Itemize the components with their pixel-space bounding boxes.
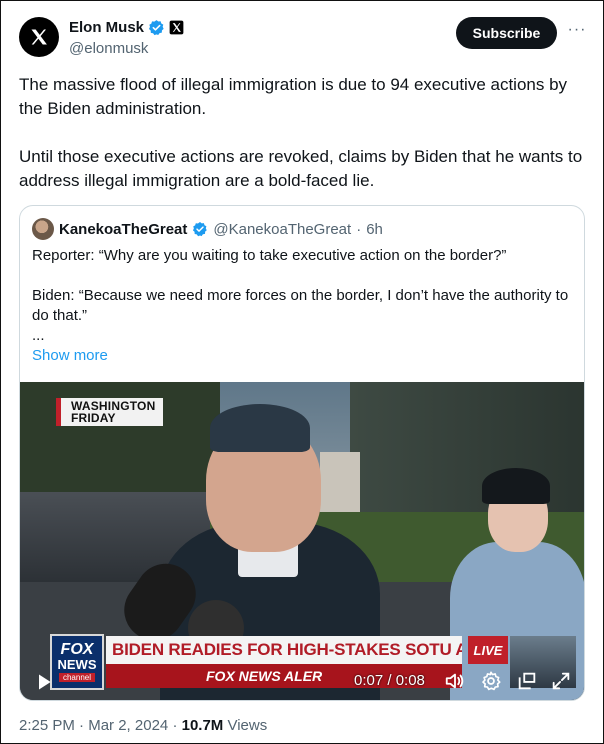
quote-line: ... — [32, 327, 45, 344]
show-more-link[interactable]: Show more — [32, 346, 572, 366]
tweet-time[interactable]: 2:25 PM — [19, 717, 75, 734]
views-label: Views — [227, 717, 268, 734]
video-controls: 0:07 / 0:08 — [20, 666, 584, 700]
live-badge: LIVE — [468, 636, 508, 664]
avatar[interactable] — [19, 17, 59, 57]
quote-line: Reporter: “Why are you waiting to take e… — [32, 247, 507, 264]
quote-header: KanekoaTheGreat @KanekoaTheGreat · 6h — [32, 218, 383, 240]
verified-badge-icon — [193, 222, 208, 237]
views-count: 10.7M — [181, 717, 224, 734]
quote-avatar[interactable] — [32, 218, 54, 240]
fullscreen-icon[interactable] — [550, 670, 572, 692]
tweet-paragraph: Until those executive actions are revoke… — [19, 147, 583, 190]
more-options-icon[interactable]: ··· — [567, 21, 587, 45]
settings-gear-icon[interactable] — [480, 670, 502, 692]
verified-badge-icon — [149, 19, 164, 35]
author-handle[interactable]: @elonmusk — [69, 40, 184, 57]
video-player[interactable]: WASHINGTON FRIDAY FOX NEWS channel BIDEN… — [20, 382, 584, 700]
quote-handle[interactable]: @KanekoaTheGreat — [213, 221, 351, 238]
play-icon[interactable] — [34, 672, 54, 692]
quote-body: Reporter: “Why are you waiting to take e… — [32, 246, 572, 366]
picture-in-picture-icon[interactable] — [516, 670, 538, 692]
location-badge: WASHINGTON FRIDAY — [56, 398, 164, 426]
tweet-meta: 2:25 PM · Mar 2, 2024 · 10.7M Views — [19, 717, 267, 734]
author-display-name[interactable]: Elon Musk — [69, 19, 144, 36]
meta-separator: · — [79, 717, 85, 734]
x-affiliate-badge-icon — [169, 20, 184, 34]
x-logo-icon — [31, 29, 47, 45]
meta-separator: · — [172, 717, 178, 734]
tweet-text: The massive flood of illegal immigration… — [19, 73, 589, 217]
location-badge-line: FRIDAY — [71, 411, 116, 425]
volume-icon[interactable] — [444, 670, 466, 692]
quote-separator: · — [356, 220, 362, 238]
video-timecode: 0:07 / 0:08 — [354, 672, 425, 689]
quote-display-name[interactable]: KanekoaTheGreat — [59, 221, 187, 238]
tweet-date[interactable]: Mar 2, 2024 — [88, 717, 168, 734]
tweet-paragraph: The massive flood of illegal immigration… — [19, 75, 568, 118]
quote-timestamp[interactable]: 6h — [366, 221, 383, 238]
subscribe-button[interactable]: Subscribe — [456, 17, 557, 49]
tweet-header: Elon Musk @elonmusk Subscribe ··· — [19, 15, 589, 59]
quote-line: Biden: “Because we need more forces on t… — [32, 287, 569, 324]
news-headline: BIDEN READIES FOR HIGH-STAKES SOTU AMID … — [106, 636, 462, 664]
tweet-card: Elon Musk @elonmusk Subscribe ··· The ma… — [0, 0, 604, 744]
author-names: Elon Musk @elonmusk — [69, 17, 184, 57]
quoted-tweet[interactable]: KanekoaTheGreat @KanekoaTheGreat · 6h Re… — [19, 205, 585, 701]
